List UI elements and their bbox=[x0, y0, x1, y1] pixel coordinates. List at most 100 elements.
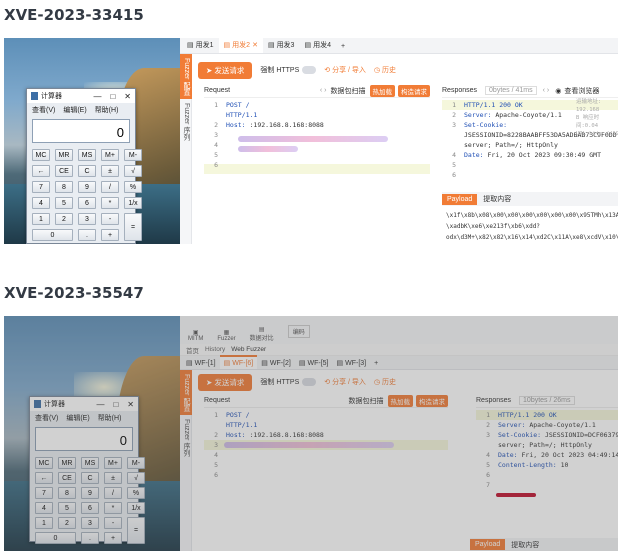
response-meta: 0bytes / 41ms bbox=[485, 86, 537, 95]
calculator-title: 计算器 bbox=[41, 93, 62, 100]
response-side-notes: 运输地址: 192.168 B 响应时间:0.04 URL:http://192 bbox=[576, 98, 618, 138]
side-note: 运输地址: 192.168 bbox=[576, 99, 602, 113]
code-line: 5 bbox=[452, 161, 456, 169]
build-request-button[interactable]: 构造请求 bbox=[398, 84, 430, 97]
section-title: XVE-2023-35547 bbox=[4, 284, 144, 302]
request-editor[interactable]: 1 POST / HTTP/1.1 2 Host: :192.168.8.168:808… bbox=[204, 100, 430, 240]
tab-2[interactable]: ▤ 用发2 ✕ bbox=[218, 38, 263, 53]
maximize-icon[interactable]: □ bbox=[110, 92, 115, 101]
calc-key[interactable]: MC bbox=[32, 149, 50, 161]
code-line: 6 bbox=[214, 161, 218, 169]
calc-key[interactable]: 3 bbox=[78, 213, 96, 225]
menu-edit[interactable]: 编辑(E) bbox=[63, 105, 86, 115]
calc-key[interactable]: 4 bbox=[32, 197, 50, 209]
view-browser-button[interactable]: 查看浏览器 bbox=[564, 86, 599, 96]
hot-reload-button[interactable]: 热加载 bbox=[369, 84, 395, 97]
calc-key[interactable]: % bbox=[124, 181, 142, 193]
screenshot-2: 计算器 — □ ✕ 查看(V) 编辑(E) 帮助(H) 0 MC MR MS M+ M- ← C… bbox=[4, 316, 618, 551]
fuzzer-side-rail: Fuzzer 配置 Fuzzer 序列 bbox=[180, 54, 192, 244]
nav-arrows-icon[interactable]: ‹ › bbox=[320, 87, 327, 94]
code-line: HTTP/1.1 bbox=[226, 111, 258, 119]
calc-key[interactable]: 2 bbox=[55, 213, 73, 225]
force-https-toggle[interactable]: 强制 HTTPS bbox=[260, 65, 317, 75]
calc-key[interactable]: . bbox=[78, 229, 96, 241]
code-line: 5 bbox=[214, 151, 218, 159]
code-line: server; Path=/; HttpOnly bbox=[464, 141, 558, 149]
calc-key[interactable]: + bbox=[101, 229, 119, 241]
calc-key[interactable]: CE bbox=[55, 165, 73, 177]
tab-4[interactable]: ▤ 用发4 bbox=[299, 38, 336, 53]
calculator-display: 0 bbox=[32, 119, 130, 143]
request-label: Request bbox=[204, 87, 231, 94]
calculator-window: 计算器 — □ ✕ 查看(V) 编辑(E) 帮助(H) 0 MC MR MS M+ M- ← C… bbox=[26, 88, 142, 244]
history-link[interactable]: ◷ 历史 bbox=[374, 65, 396, 75]
payload-content: \x1f\x8b\x08\x00\x00\x00\x00\x00\x00\x95… bbox=[446, 210, 618, 243]
share-icon: ⟲ bbox=[324, 67, 333, 74]
calc-key[interactable]: C bbox=[78, 165, 96, 177]
fuzzer-tabs: ▤ 用发1 ▤ 用发2 ✕ ▤ 用发3 ▤ 用发4 + bbox=[180, 38, 618, 54]
minimize-icon[interactable]: — bbox=[93, 92, 101, 101]
calc-key[interactable]: 6 bbox=[78, 197, 96, 209]
code-line: 1 POST / bbox=[214, 101, 250, 109]
calc-key[interactable]: 1/x bbox=[124, 197, 142, 209]
send-request-button[interactable]: ➤ 发送请求 bbox=[198, 61, 253, 79]
calc-key[interactable]: = bbox=[124, 213, 142, 241]
calculator-keypad: MC MR MS M+ M- ← CE C ± √ 7 8 9 /% 4 5 6 * 1/x 1 2 3- = 0. + bbox=[27, 145, 142, 244]
calc-key[interactable]: 7 bbox=[32, 181, 50, 193]
calc-key[interactable]: 1 bbox=[32, 213, 50, 225]
calc-key[interactable]: √ bbox=[124, 165, 142, 177]
history-icon: ◷ bbox=[373, 67, 382, 74]
close-icon[interactable]: ✕ bbox=[124, 92, 131, 101]
scan-packet-button[interactable]: 数据包扫描 bbox=[331, 86, 366, 96]
calc-key[interactable]: / bbox=[101, 181, 119, 193]
nav-arrows-icon[interactable]: ‹ › bbox=[543, 87, 550, 94]
extract-content-tab[interactable]: 提取内容 bbox=[483, 194, 511, 204]
calc-key[interactable]: ± bbox=[101, 165, 119, 177]
calc-key[interactable]: * bbox=[101, 197, 119, 209]
menu-help[interactable]: 帮助(H) bbox=[95, 105, 119, 115]
rail-fuzzer-sequence[interactable]: Fuzzer 序列 bbox=[180, 99, 192, 144]
file-icon: ▤ bbox=[267, 42, 275, 49]
side-note: URL:http://192 bbox=[576, 131, 618, 137]
code-line: 6 bbox=[452, 171, 456, 179]
file-icon: ▤ bbox=[223, 42, 231, 49]
payload-tab[interactable]: Payload bbox=[442, 193, 478, 205]
close-tab-icon[interactable]: ✕ bbox=[252, 41, 258, 49]
payload-line: odx\d3M+\x82\x82\x16\x14\xd2C\x11A\xe8\x… bbox=[446, 234, 618, 241]
calc-key[interactable]: 0 bbox=[32, 229, 73, 241]
request-header: Request ‹ › 数据包扫描 热加载 构造请求 bbox=[204, 84, 430, 98]
tab-1[interactable]: ▤ 用发1 bbox=[182, 38, 219, 53]
file-icon: ▤ bbox=[304, 42, 312, 49]
screenshot-1: 计算器 — □ ✕ 查看(V) 编辑(E) 帮助(H) 0 MC MR MS M+ M- ← C… bbox=[4, 38, 618, 244]
tab-3[interactable]: ▤ 用发3 bbox=[263, 38, 300, 53]
calculator-icon bbox=[31, 92, 38, 100]
section-title: XVE-2023-33415 bbox=[4, 6, 144, 24]
screenshot-dim-overlay bbox=[4, 316, 618, 551]
calc-key[interactable]: 8 bbox=[55, 181, 73, 193]
calc-key[interactable]: 9 bbox=[78, 181, 96, 193]
calc-key[interactable]: ← bbox=[32, 165, 50, 177]
calc-key[interactable]: MS bbox=[78, 149, 96, 161]
share-import-link[interactable]: ⟲ 分享 / 导入 bbox=[324, 65, 366, 75]
code-line: 2 Host: :192.168.8.168:8088 bbox=[214, 121, 324, 129]
chrome-icon: ◉ bbox=[555, 87, 562, 95]
calc-key[interactable]: MR bbox=[55, 149, 73, 161]
calc-key[interactable]: - bbox=[101, 213, 119, 225]
calc-key[interactable]: M- bbox=[124, 149, 142, 161]
add-tab-button[interactable]: + bbox=[336, 40, 350, 53]
response-header: Responses 0bytes / 41ms ‹ › ◉ 查看浏览器 bbox=[442, 84, 618, 98]
yakit-window: ▤ 用发1 ▤ 用发2 ✕ ▤ 用发3 ▤ 用发4 + Fuzzer 配置 Fuzzer … bbox=[180, 38, 618, 244]
calc-key[interactable]: M+ bbox=[101, 149, 119, 161]
calc-key[interactable]: 5 bbox=[55, 197, 73, 209]
side-note: B 响应时间:0.04 bbox=[576, 115, 600, 129]
payload-line: \xadbK\xe6\xe213f\xb6\xdd? bbox=[446, 223, 540, 230]
menu-view[interactable]: 查看(V) bbox=[32, 105, 55, 115]
redacted-body bbox=[238, 146, 298, 152]
payload-line: \x1f\x8b\x08\x00\x00\x00\x00\x00\x00\x95… bbox=[446, 212, 618, 219]
code-line: 4 Date: Fri, 20 Oct 2023 09:30:49 GMT bbox=[452, 151, 601, 159]
fuzzer-toolbar: ➤ 发送请求 强制 HTTPS ⟲ 分享 / 导入 ◷ 历史 bbox=[198, 60, 396, 80]
payload-tabs: Payload 提取内容 bbox=[442, 192, 618, 206]
rail-fuzzer-config[interactable]: Fuzzer 配置 bbox=[180, 54, 192, 100]
file-icon: ▤ bbox=[187, 42, 194, 49]
redacted-body bbox=[238, 136, 388, 142]
